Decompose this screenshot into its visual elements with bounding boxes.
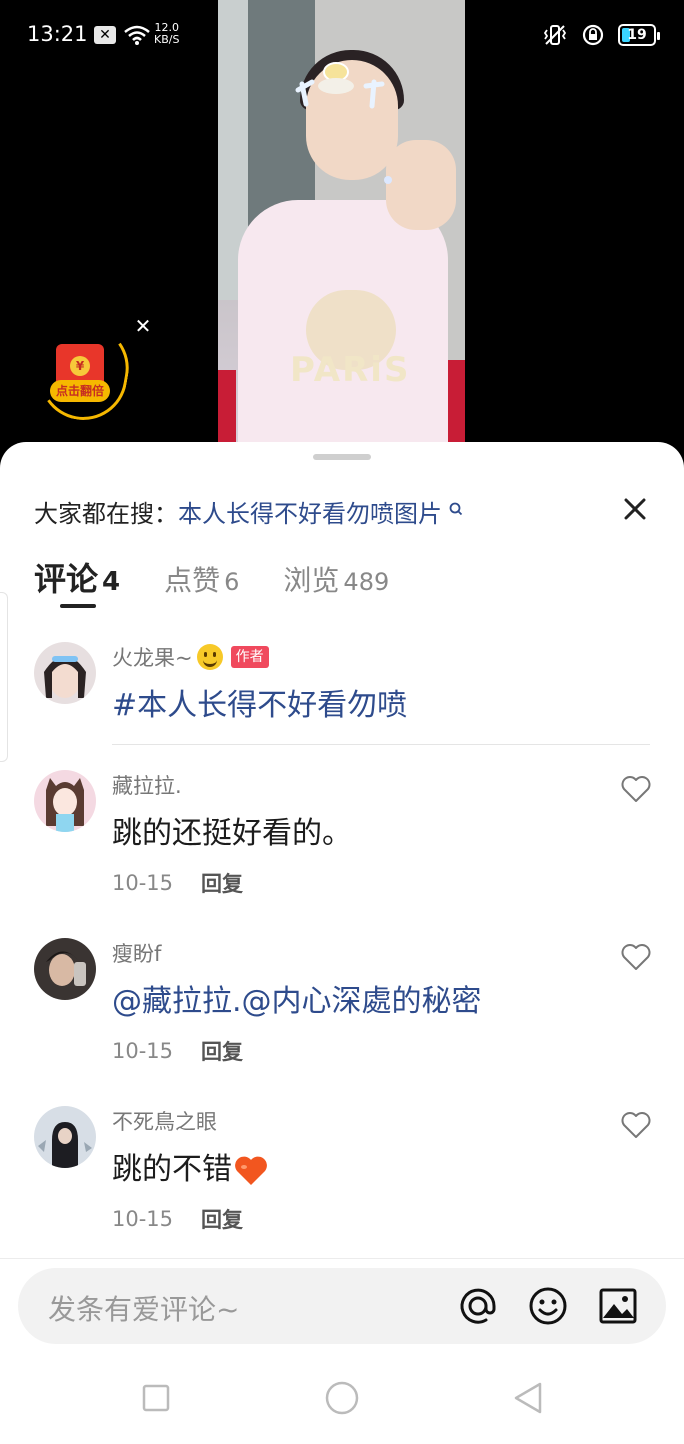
at-icon[interactable] — [458, 1286, 498, 1326]
trending-search[interactable]: 大家都在搜： 本人长得不好看勿喷图片 — [34, 494, 464, 529]
username[interactable]: 瘦盼f — [112, 938, 161, 968]
tab-label: 浏览 — [283, 564, 340, 597]
status-icons-right: 19 — [542, 22, 660, 48]
face-sticker-effect — [295, 62, 392, 184]
trending-search-prefix: 大家都在搜： — [34, 500, 178, 528]
system-navigation-bar — [0, 1354, 684, 1444]
red-packet-close-icon[interactable]: ✕ — [133, 316, 153, 336]
reply-button[interactable]: 回复 — [201, 1036, 243, 1066]
tab-comments[interactable]: 评论 4 — [34, 554, 120, 600]
battery-level: 19 — [627, 27, 647, 43]
tab-likes[interactable]: 点赞 6 — [164, 559, 239, 599]
tab-count: 6 — [224, 568, 240, 596]
comment-text[interactable]: @藏拉拉.@内心深處的秘密 — [112, 976, 482, 1020]
avatar[interactable] — [34, 642, 96, 704]
close-icon[interactable] — [622, 496, 648, 522]
username[interactable]: 不死鳥之眼 — [112, 1106, 217, 1136]
username[interactable]: 藏拉拉. — [112, 770, 182, 800]
recent-apps-icon[interactable] — [136, 1378, 176, 1418]
red-packet-coin: ¥ — [70, 356, 90, 376]
side-edge-tab — [0, 592, 8, 762]
reply-button[interactable]: 回复 — [201, 1204, 243, 1234]
divider — [112, 744, 650, 745]
comment-text: 跳的还挺好看的。 — [112, 816, 352, 851]
username-row: 火龙果~ 作者 — [112, 642, 269, 672]
comment-date: 10-15 — [112, 1039, 174, 1063]
username-row: 藏拉拉. — [112, 770, 182, 800]
username-row: 不死鳥之眼 — [112, 1106, 217, 1136]
reply-button[interactable]: 回复 — [201, 868, 243, 898]
video-shirt-text: PARiS — [290, 350, 411, 390]
video-chair-left — [218, 370, 236, 444]
status-time: 13:21 — [27, 22, 88, 46]
orange-heart-emoji-icon — [235, 1156, 267, 1185]
username[interactable]: 火龙果~ — [112, 642, 193, 672]
wifi-icon — [124, 25, 150, 45]
back-icon[interactable] — [508, 1378, 548, 1418]
comment-text-row: 跳的不错 — [112, 1144, 268, 1188]
search-icon — [449, 502, 463, 515]
heart-outline-icon[interactable] — [620, 774, 652, 804]
sheet-drag-handle[interactable] — [313, 454, 371, 460]
comment-input[interactable]: 发条有爱评论~ — [18, 1268, 666, 1344]
emoji-icon[interactable] — [528, 1286, 568, 1326]
avatar[interactable] — [34, 770, 96, 832]
divider — [0, 1258, 684, 1259]
active-tab-indicator — [60, 604, 96, 608]
heart-outline-icon[interactable] — [620, 1110, 652, 1140]
screen: 13:21 ✕ 12.0 KB/S 19 PARiS ¥ 点击翻倍 ✕ 大家都在… — [0, 0, 684, 1444]
red-packet-reward[interactable]: ¥ 点击翻倍 — [32, 317, 136, 427]
comment-date: 10-15 — [112, 871, 174, 895]
hashtag-text[interactable]: #本人长得不好看勿喷 — [112, 680, 407, 724]
image-icon[interactable] — [598, 1286, 638, 1326]
red-packet-label: 点击翻倍 — [50, 380, 110, 402]
network-speed: 12.0 KB/S — [154, 22, 179, 46]
comment-meta: 10-15 回复 — [112, 868, 243, 898]
smile-emoji-icon — [196, 644, 223, 670]
video-player[interactable]: PARiS — [218, 0, 465, 444]
notification-x-icon: ✕ — [94, 26, 116, 44]
tab-bar: 评论 4 点赞 6 浏览 489 — [34, 554, 433, 600]
tab-views[interactable]: 浏览 489 — [283, 559, 389, 599]
comments-sheet: 大家都在搜： 本人长得不好看勿喷图片 评论 4 点赞 6 浏览 489 火龙果~… — [0, 442, 684, 1444]
tab-label: 评论 — [34, 560, 99, 598]
comment-input-placeholder: 发条有爱评论~ — [48, 1293, 240, 1326]
username-row: 瘦盼f — [112, 938, 161, 968]
home-icon[interactable] — [322, 1378, 362, 1418]
avatar[interactable] — [34, 1106, 96, 1168]
comment-text: 跳的不错 — [112, 1152, 232, 1187]
comment-meta: 10-15 回复 — [112, 1204, 243, 1234]
vibrate-icon — [543, 25, 567, 45]
speed-unit: KB/S — [154, 33, 180, 46]
alarm-lock-icon — [582, 24, 604, 46]
trending-search-query[interactable]: 本人长得不好看勿喷图片 — [178, 494, 442, 529]
tab-count: 4 — [102, 567, 121, 597]
tab-count: 489 — [343, 568, 390, 596]
comment-date: 10-15 — [112, 1207, 174, 1231]
comment-meta: 10-15 回复 — [112, 1036, 243, 1066]
author-badge: 作者 — [230, 646, 269, 668]
avatar[interactable] — [34, 938, 96, 1000]
tab-label: 点赞 — [164, 564, 221, 597]
heart-outline-icon[interactable] — [620, 942, 652, 972]
battery-icon: 19 — [618, 24, 660, 46]
